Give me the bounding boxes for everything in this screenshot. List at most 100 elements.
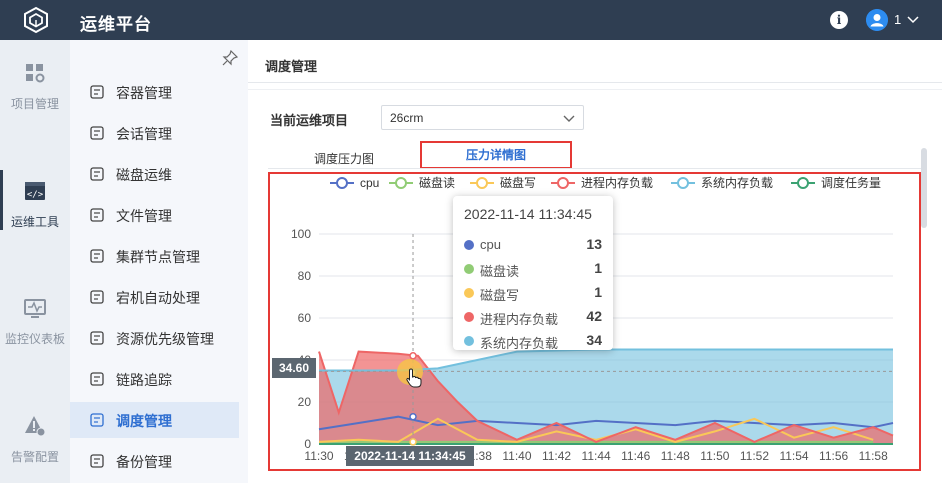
- page-title: 调度管理: [265, 59, 318, 74]
- legend-marker: [476, 177, 488, 189]
- code-terminal-icon: </>: [25, 182, 45, 200]
- tooltip-series-name: 磁盘写: [480, 288, 520, 303]
- tooltip-series-name: 系统内存负载: [480, 336, 559, 351]
- primary-nav-alerts[interactable]: 告警配置: [0, 393, 70, 477]
- tab-pressure-chart[interactable]: 调度压力图: [314, 150, 374, 167]
- x-tick-label: 11:40: [502, 449, 531, 463]
- tooltip-row: 磁盘写 1: [464, 284, 604, 304]
- primary-sidebar: 项目管理 </> 运维工具 监控仪表板 告警配置: [0, 40, 70, 483]
- x-tick-label: 11:52: [740, 449, 769, 463]
- x-tick-label: 11:48: [661, 449, 690, 463]
- sidebar-item-label: 容器管理: [116, 85, 172, 101]
- info-icon[interactable]: i: [830, 11, 848, 29]
- grid-icon: [26, 64, 45, 83]
- app-title: 运维平台: [80, 15, 152, 34]
- priority-icon: [90, 331, 104, 345]
- legend-marker: [797, 177, 809, 189]
- sidebar-item-label: 链路追踪: [116, 372, 172, 388]
- primary-nav-label: 运维工具: [10, 215, 59, 229]
- trace-icon: [90, 372, 104, 386]
- x-tick-label: 11:30: [304, 449, 333, 463]
- sidebar-item[interactable]: 备份管理: [70, 443, 239, 479]
- sidebar-item[interactable]: 集群节点管理: [70, 238, 239, 274]
- x-tick-label: 11:42: [542, 449, 571, 463]
- file-icon: [90, 208, 104, 222]
- sidebar-item-label: 备份管理: [116, 454, 172, 470]
- series-dot: [464, 240, 474, 250]
- crosshair-x-label: 2022-11-14 11:34:45: [346, 446, 474, 466]
- legend-label: cpu: [360, 176, 379, 190]
- primary-nav-project[interactable]: 项目管理: [0, 40, 70, 124]
- legend-marker: [677, 177, 689, 189]
- hover-point: [409, 438, 417, 446]
- sidebar-item-label: 资源优先级管理: [116, 331, 214, 347]
- tabs-divider: [268, 168, 926, 169]
- tooltip-series-name: 磁盘读: [480, 264, 520, 279]
- x-tick-label: 11:58: [859, 449, 888, 463]
- sidebar-item[interactable]: 链路追踪: [70, 361, 239, 397]
- primary-nav-monitor[interactable]: 监控仪表板: [0, 275, 70, 359]
- project-select-value: 26crm: [390, 111, 424, 125]
- series-dot: [464, 288, 474, 298]
- sidebar-item[interactable]: 资源优先级管理: [70, 320, 239, 356]
- legend-label: 系统内存负载: [701, 176, 773, 190]
- sidebar-item[interactable]: 会话管理: [70, 115, 239, 151]
- primary-nav-label: 告警配置: [10, 450, 59, 464]
- top-bar: 运维平台 i 1: [0, 0, 942, 40]
- legend-label: 进程内存负载: [581, 175, 653, 190]
- legend-marker: [336, 177, 348, 189]
- user-avatar-icon[interactable]: [866, 9, 888, 31]
- user-count[interactable]: 1: [894, 12, 901, 27]
- hover-point: [409, 352, 417, 360]
- sidebar-item[interactable]: 磁盘运维: [70, 156, 239, 192]
- tab-pressure-detail[interactable]: 压力详情图: [420, 141, 572, 169]
- divider: [248, 82, 942, 83]
- hover-point: [409, 412, 417, 421]
- backup-icon: [90, 454, 104, 468]
- auto-handle-icon: [90, 290, 104, 304]
- sidebar-item[interactable]: 容器管理: [70, 74, 239, 110]
- sidebar-item[interactable]: 宕机自动处理: [70, 279, 239, 315]
- cube-logo-icon: [24, 6, 48, 34]
- main-content: 调度管理 当前运维项目 26crm 调度压力图 压力详情图 0204060801…: [248, 40, 942, 483]
- sidebar-item[interactable]: 调度管理: [70, 402, 239, 438]
- legend-label: 磁盘写: [500, 175, 536, 190]
- scrollbar[interactable]: [921, 148, 927, 228]
- pin-icon[interactable]: [222, 50, 238, 66]
- tooltip-time: 2022-11-14 11:34:45: [464, 206, 592, 222]
- x-tick-label: 11:50: [700, 449, 729, 463]
- tooltip-series-value: 34: [586, 332, 602, 348]
- tooltip-series-value: 42: [586, 308, 602, 324]
- y-tick-label: 80: [298, 269, 312, 283]
- monitor-pulse-icon: [24, 299, 46, 318]
- project-select[interactable]: 26crm: [381, 105, 584, 130]
- tooltip-series-value: 13: [586, 236, 602, 252]
- primary-nav-label: 监控仪表板: [4, 332, 65, 346]
- chevron-down-icon[interactable]: [907, 14, 919, 24]
- legend-label: 调度任务量: [821, 175, 881, 190]
- tooltip-row: cpu 13: [464, 236, 604, 256]
- crosshair-y-label: 34.60: [272, 358, 316, 378]
- series-dot: [464, 312, 474, 322]
- primary-nav-ops-tools[interactable]: </> 运维工具: [0, 158, 70, 242]
- sidebar-item[interactable]: 文件管理: [70, 197, 239, 233]
- container-icon: [90, 85, 104, 99]
- sidebar-item-label: 会话管理: [116, 126, 172, 142]
- legend-label: 磁盘读: [419, 175, 455, 190]
- series-dot: [464, 264, 474, 274]
- divider: [248, 89, 942, 90]
- sidebar-item-label: 集群节点管理: [116, 249, 200, 265]
- legend-marker: [557, 177, 569, 189]
- series-dot: [464, 336, 474, 346]
- disk-icon: [90, 167, 104, 181]
- y-tick-label: 60: [298, 311, 312, 325]
- chevron-down-icon: [563, 115, 575, 122]
- sliders-icon: [90, 249, 104, 263]
- hand-cursor-icon: [406, 368, 422, 388]
- x-tick-label: 11:44: [582, 449, 611, 463]
- session-icon: [90, 126, 104, 140]
- chart-panel: 02040608010011:3011:3211:3411:3611:3811:…: [268, 172, 921, 471]
- tooltip-series-name: 进程内存负载: [480, 312, 559, 327]
- sidebar-item-label: 文件管理: [116, 208, 172, 224]
- tooltip-series-value: 1: [594, 284, 602, 300]
